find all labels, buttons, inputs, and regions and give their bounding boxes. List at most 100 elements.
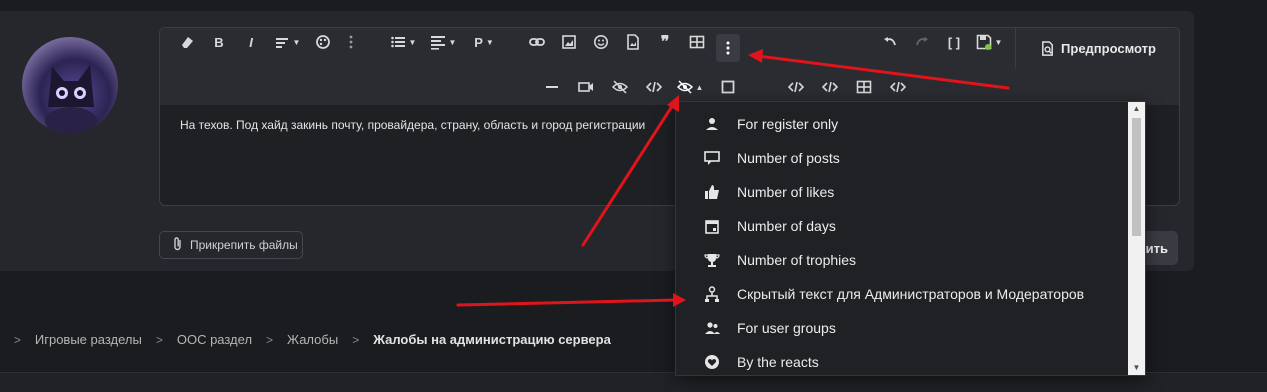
attach-files-button[interactable]: Прикрепить файлы — [159, 231, 303, 259]
align-left-icon — [430, 36, 445, 50]
smiley-icon — [594, 35, 608, 49]
calendar-icon — [703, 217, 721, 235]
horizontal-rule-button[interactable] — [541, 73, 563, 101]
media-file-icon — [627, 34, 639, 50]
box-button[interactable] — [717, 73, 739, 101]
breadcrumb-separator: > — [13, 332, 21, 347]
color-button[interactable] — [312, 28, 334, 56]
text-size-icon — [275, 38, 288, 48]
eye-slash-icon — [676, 80, 693, 94]
user-group-icon — [703, 319, 721, 337]
chevron-up-icon: ▲ — [695, 82, 704, 92]
emoji-button[interactable] — [590, 28, 612, 56]
bold-icon: B — [214, 34, 224, 50]
table-insert-button[interactable] — [853, 73, 875, 101]
dropdown-item-label: By the reacts — [737, 354, 819, 370]
breadcrumb-item[interactable]: ООС раздел — [177, 332, 252, 347]
hide-options-dropdown: For register only Number of posts Number… — [675, 101, 1146, 376]
breadcrumb-separator: > — [266, 332, 274, 347]
redo-button[interactable] — [910, 28, 934, 56]
quote-button[interactable]: ❞ — [654, 28, 676, 56]
dropdown-item-reacts[interactable]: By the reacts — [676, 345, 1128, 375]
dropdown-item-label: Number of trophies — [737, 252, 857, 268]
breadcrumb: ⌂ > Игровые разделы > ООС раздел > Жалоб… — [0, 332, 611, 347]
dropdown-item-posts[interactable]: Number of posts — [676, 141, 1128, 175]
redo-icon — [916, 37, 928, 46]
undo-icon — [884, 37, 896, 46]
hide-content-button[interactable]: ▲ — [675, 73, 705, 101]
drafts-button[interactable]: ▼ — [972, 28, 1006, 56]
list-icon — [390, 36, 405, 48]
preview-search-icon — [1042, 41, 1053, 56]
image-icon — [562, 35, 576, 49]
table-button[interactable] — [686, 28, 708, 56]
attach-files-label: Прикрепить файлы — [190, 238, 298, 252]
chevron-down-icon: ▼ — [485, 37, 494, 47]
annotation-arrow — [456, 298, 678, 307]
media-button[interactable] — [622, 28, 644, 56]
dropdown-item-staff-only[interactable]: Скрытый текст для Администраторов и Моде… — [676, 277, 1128, 311]
more-vertical-icon — [726, 41, 730, 55]
hierarchy-icon — [703, 285, 721, 303]
dropdown-item-label: For register only — [737, 116, 839, 132]
cat-avatar-image — [45, 65, 97, 133]
floppy-disk-icon — [976, 34, 991, 50]
quote-icon: ❞ — [660, 34, 670, 51]
avatar — [22, 37, 118, 133]
preview-button[interactable]: Предпросмотр — [1015, 28, 1180, 69]
toggle-bbcode-button[interactable]: [ ] — [942, 28, 966, 56]
html-button[interactable] — [887, 73, 909, 101]
dropdown-item-label: Скрытый текст для Администраторов и Моде… — [737, 286, 1085, 302]
chevron-down-icon: ▼ — [448, 37, 457, 47]
italic-button[interactable]: I — [240, 28, 262, 56]
list-button[interactable]: ▼ — [386, 28, 420, 56]
scrollbar-thumb[interactable] — [1132, 118, 1141, 236]
dropdown-scrollbar[interactable]: ▲ ▼ — [1128, 102, 1145, 375]
bold-button[interactable]: B — [208, 28, 230, 56]
scroll-up-icon[interactable]: ▲ — [1128, 102, 1145, 116]
code-icon — [646, 81, 662, 93]
video-button[interactable] — [575, 73, 597, 101]
brackets-icon: [ ] — [947, 34, 961, 50]
code-icon — [822, 81, 838, 93]
dropdown-item-likes[interactable]: Number of likes — [676, 175, 1128, 209]
inline-code-button[interactable] — [643, 73, 665, 101]
palette-icon — [316, 35, 330, 49]
chevron-down-icon: ▼ — [994, 37, 1003, 47]
code-icon — [890, 81, 906, 93]
heart-icon — [703, 353, 721, 371]
minus-icon — [546, 86, 558, 88]
breadcrumb-item[interactable]: Жалобы — [287, 332, 338, 347]
editor-toolbar-primary: B I ▼ ▼ ▼ P ▼ ❞ [] ▼ Предпросмотр — [160, 28, 1179, 70]
dropdown-item-label: Number of posts — [737, 150, 840, 166]
eraser-icon — [182, 37, 193, 48]
editor-content[interactable]: На техов. Под хайд закинь почту, провайд… — [180, 118, 645, 132]
more-text-options-button[interactable] — [342, 28, 360, 56]
eraser-button[interactable] — [174, 28, 200, 56]
paperclip-icon — [172, 236, 184, 254]
breadcrumb-item[interactable]: Игровые разделы — [35, 332, 142, 347]
dropdown-item-trophies[interactable]: Number of trophies — [676, 243, 1128, 277]
spoiler-button[interactable] — [609, 73, 631, 101]
align-button[interactable]: ▼ — [426, 28, 460, 56]
dropdown-item-days[interactable]: Number of days — [676, 209, 1128, 243]
italic-icon: I — [249, 34, 253, 50]
undo-button[interactable] — [878, 28, 902, 56]
table-icon — [856, 80, 872, 94]
code-block-button[interactable] — [785, 73, 807, 101]
posts-icon — [703, 149, 721, 167]
link-button[interactable] — [526, 28, 548, 56]
code-inline-button[interactable] — [819, 73, 841, 101]
square-icon — [721, 80, 735, 94]
scroll-down-icon[interactable]: ▼ — [1128, 361, 1145, 375]
code-icon — [788, 81, 804, 93]
text-size-button[interactable]: ▼ — [270, 28, 304, 56]
more-vertical-icon — [349, 35, 353, 49]
breadcrumb-current[interactable]: Жалобы на администрацию сервера — [373, 332, 611, 347]
breadcrumb-separator: > — [155, 332, 163, 347]
more-options-button[interactable] — [716, 34, 740, 62]
dropdown-item-user-groups[interactable]: For user groups — [676, 311, 1128, 345]
paragraph-button[interactable]: P ▼ — [470, 28, 498, 56]
dropdown-item-register-only[interactable]: For register only — [676, 107, 1128, 141]
image-button[interactable] — [558, 28, 580, 56]
